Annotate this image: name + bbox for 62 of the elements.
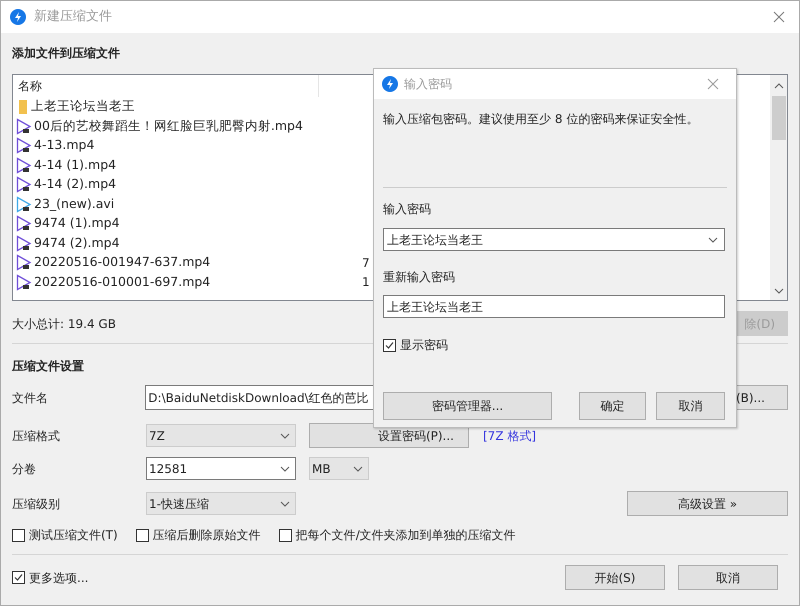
- cancel-button[interactable]: 取消: [678, 565, 778, 590]
- field-label: 重新输入密码: [383, 269, 456, 286]
- checkbox[interactable]: [12, 571, 25, 584]
- app-logo-icon: [382, 76, 398, 92]
- checkbox[interactable]: [278, 528, 292, 542]
- field-label: 分卷: [12, 460, 37, 478]
- start-button[interactable]: 开始(S): [565, 565, 665, 590]
- total-size: 大小总计: 19.4 GB: [12, 316, 116, 332]
- unit-select[interactable]: MB: [309, 457, 369, 480]
- field-label: 压缩格式: [12, 428, 61, 444]
- repeat-password-field[interactable]: 上老王论坛当老王: [383, 295, 725, 318]
- file-name[interactable]: 9474 (1).mp4: [34, 214, 120, 234]
- cancel-button[interactable]: 取消: [656, 392, 725, 420]
- chevron-down-icon: [280, 500, 290, 506]
- close-icon[interactable]: [707, 78, 719, 90]
- checkbox-label[interactable]: 更多选项...: [29, 568, 88, 586]
- chevron-down-icon: [280, 432, 290, 438]
- column-header[interactable]: 名称: [13, 75, 319, 97]
- folder-icon: [16, 98, 30, 115]
- section-title: 添加文件到压缩文件: [12, 45, 121, 62]
- app-logo-icon: [10, 9, 26, 25]
- table-cell-text: 7: [362, 254, 370, 272]
- scroll-down-icon[interactable]: [774, 288, 784, 294]
- dialog-title: 输入密码: [404, 76, 452, 93]
- file-name[interactable]: 20220516-010001-697.mp4: [34, 272, 210, 292]
- password-manager-button[interactable]: 密码管理器...: [383, 392, 552, 420]
- file-name[interactable]: 4-14 (1).mp4: [34, 156, 116, 175]
- scroll-up-icon[interactable]: [774, 83, 784, 89]
- close-icon[interactable]: [773, 11, 785, 23]
- file-name[interactable]: 4-13.mp4: [34, 136, 94, 156]
- checkbox-label[interactable]: 压缩后删除原始文件: [152, 526, 261, 544]
- file-name[interactable]: 23_(new).avi: [34, 194, 114, 214]
- file-name[interactable]: 20220516-001947-637.mp4: [34, 253, 210, 272]
- chevron-down-icon: [708, 236, 718, 242]
- checkbox[interactable]: [383, 338, 396, 352]
- file-name[interactable]: 00后的艺校舞蹈生！网红脸巨乳肥臀内射.mp4: [34, 116, 303, 136]
- window-title: 新建压缩文件: [34, 8, 112, 26]
- file-name[interactable]: 4-14 (2).mp4: [34, 175, 116, 194]
- checkbox[interactable]: [136, 528, 149, 542]
- scrollbar-thumb[interactable]: [772, 96, 786, 140]
- format-link[interactable]: [7Z 格式]: [483, 426, 536, 444]
- scrollbar[interactable]: [770, 75, 787, 300]
- format-select[interactable]: 7Z: [146, 424, 296, 447]
- password-combo[interactable]: 上老王论坛当老王: [383, 228, 725, 251]
- chevron-down-icon: [280, 466, 290, 472]
- field-label: 压缩级别: [12, 496, 61, 512]
- table-cell-text: 1: [362, 274, 370, 292]
- field-label: 文件名: [12, 390, 49, 406]
- file-name[interactable]: 9474 (2).mp4: [34, 234, 120, 253]
- checkbox-label[interactable]: 显示密码: [400, 336, 448, 354]
- volume-combo[interactable]: 12581: [146, 457, 296, 480]
- section-title: 压缩文件设置: [12, 358, 85, 375]
- ok-button[interactable]: 确定: [579, 392, 646, 420]
- checkbox-label[interactable]: 把每个文件/文件夹添加到单独的压缩文件: [296, 526, 516, 544]
- dialog-message: 输入压缩包密码。建议使用至少 8 位的密码来保证安全性。: [383, 111, 700, 128]
- field-label: 输入密码: [383, 201, 432, 218]
- chevron-down-icon: [353, 466, 363, 472]
- file-name[interactable]: 上老王论坛当老王: [31, 97, 135, 116]
- level-select[interactable]: 1-快速压缩: [146, 492, 296, 515]
- checkbox[interactable]: [12, 528, 25, 542]
- advanced-settings-button[interactable]: 高级设置 »: [627, 491, 788, 516]
- checkbox-label[interactable]: 测试压缩文件(T): [29, 526, 118, 544]
